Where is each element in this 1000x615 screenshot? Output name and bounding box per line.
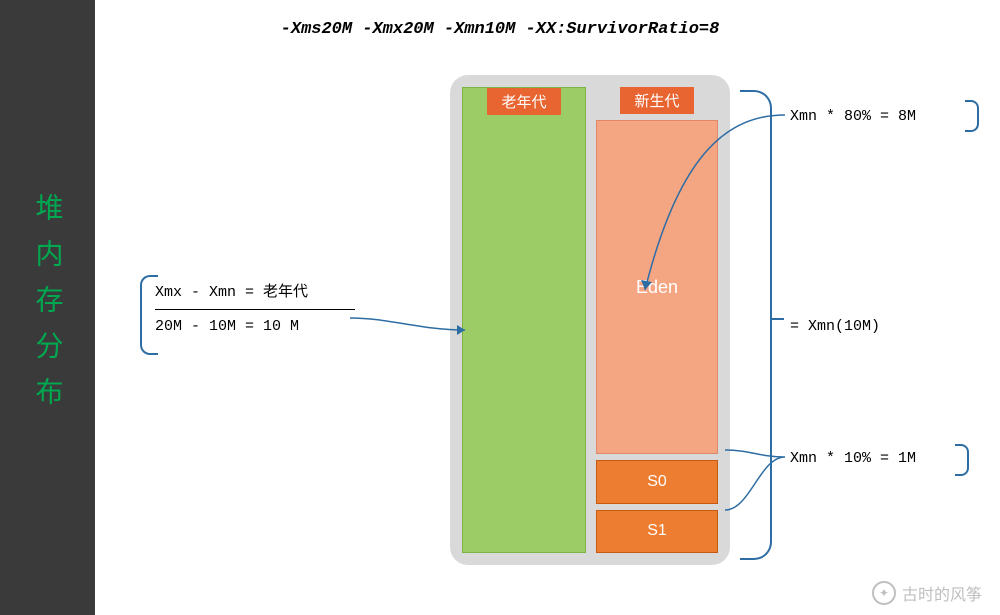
annotation-survivor: Xmn * 10% = 1M bbox=[790, 450, 916, 467]
brace-young-mid bbox=[770, 318, 784, 332]
heap-container: 老年代 新生代 Eden S0 S1 bbox=[450, 75, 730, 565]
annotation-old-value: 20M - 10M = 10 M bbox=[155, 310, 355, 335]
watermark-text: 古时的风筝 bbox=[902, 581, 982, 605]
annotation-young: = Xmn(10M) bbox=[790, 318, 880, 335]
s1-region: S1 bbox=[596, 510, 718, 554]
bracket-eden bbox=[965, 100, 979, 132]
old-generation-label: 老年代 bbox=[487, 88, 560, 115]
annotation-old-gen: Xmx - Xmn = 老年代 20M - 10M = 10 M bbox=[155, 280, 355, 335]
wechat-icon: ✦ bbox=[872, 581, 896, 605]
annotation-eden: Xmn * 80% = 8M bbox=[790, 108, 916, 125]
young-generation-box: 新生代 Eden S0 S1 bbox=[596, 87, 718, 553]
young-generation-label: 新生代 bbox=[620, 87, 693, 114]
sidebar-title: 堆内存分布 bbox=[28, 193, 68, 423]
s0-region: S0 bbox=[596, 460, 718, 504]
bracket-survivor bbox=[955, 444, 969, 476]
annotation-old-formula: Xmx - Xmn = 老年代 bbox=[155, 280, 355, 310]
brace-young-gen bbox=[740, 90, 770, 560]
old-generation-box: 老年代 bbox=[462, 87, 586, 553]
watermark: ✦ 古时的风筝 bbox=[872, 581, 982, 605]
eden-region: Eden bbox=[596, 120, 718, 454]
jvm-parameters: -Xms20M -Xmx20M -Xmn10M -XX:SurvivorRati… bbox=[281, 20, 720, 39]
sidebar: 堆内存分布 bbox=[0, 0, 95, 615]
